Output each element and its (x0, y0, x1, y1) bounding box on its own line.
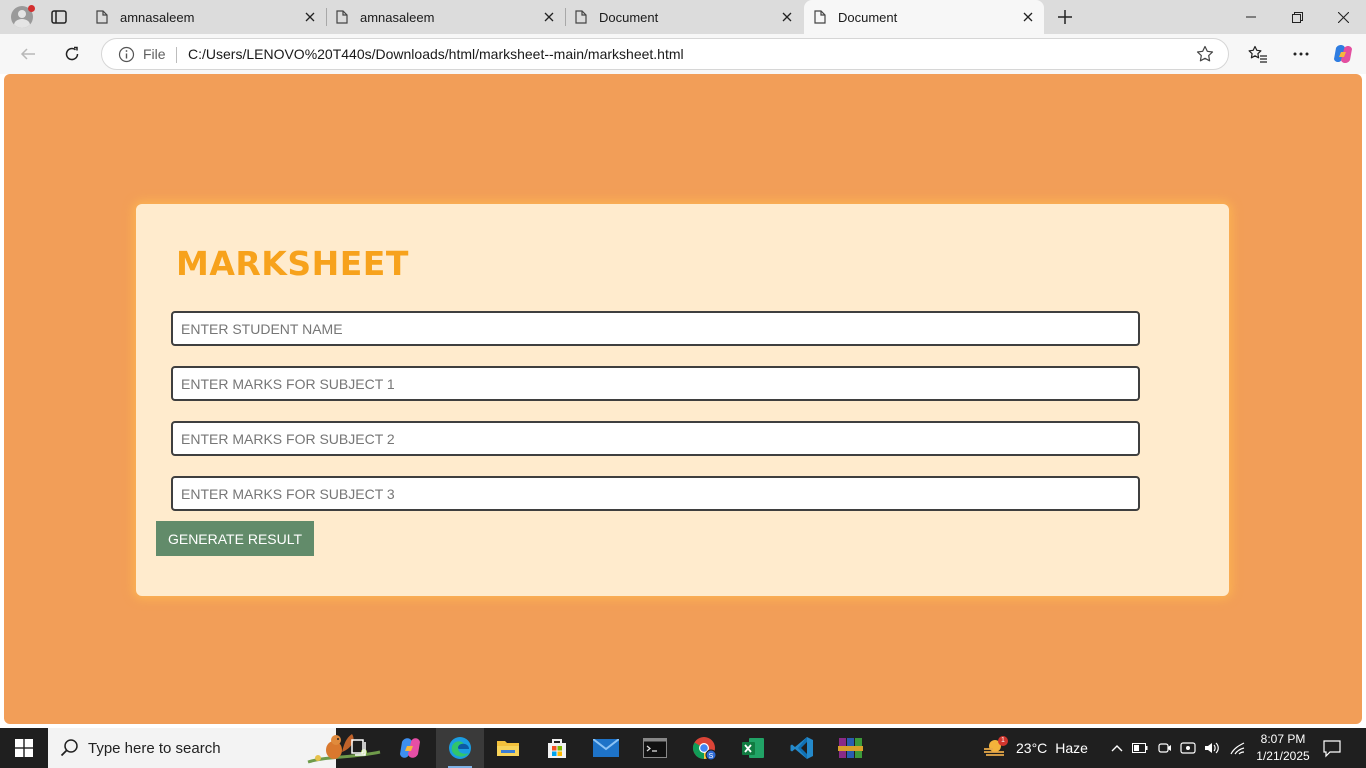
subject-3-marks-input[interactable] (171, 476, 1140, 511)
page-icon (814, 10, 826, 24)
address-bar[interactable]: File C:/Users/LENOVO%20T440s/Downloads/h… (101, 38, 1229, 70)
close-tab-icon[interactable] (775, 5, 799, 29)
scheme-label: File (143, 46, 166, 62)
address-divider (176, 47, 177, 63)
favorites-list-icon[interactable] (1246, 42, 1270, 66)
file-explorer-icon[interactable] (484, 728, 532, 768)
restore-icon[interactable] (1274, 0, 1320, 34)
wifi-icon[interactable] (1228, 739, 1246, 757)
tab-title: amnasaleem (360, 9, 435, 25)
browser-tab-1[interactable]: amnasaleem (86, 0, 327, 34)
subject-1-marks-input[interactable] (171, 366, 1140, 401)
favorite-star-icon[interactable] (1196, 45, 1214, 68)
refresh-icon[interactable] (56, 38, 88, 70)
windows-taskbar: Type here to search S 1 23°C Haze 8:07 P… (0, 728, 1366, 768)
minimize-icon[interactable] (1228, 0, 1274, 34)
clock-date: 1/21/2025 (1256, 749, 1310, 763)
microsoft-store-icon[interactable] (533, 728, 581, 768)
close-tab-icon[interactable] (537, 5, 561, 29)
close-tab-icon[interactable] (298, 5, 322, 29)
chrome-icon[interactable]: S (680, 728, 728, 768)
terminal-icon[interactable] (631, 728, 679, 768)
browser-tab-2[interactable]: amnasaleem (326, 0, 566, 34)
notification-center-icon[interactable] (1322, 738, 1342, 758)
webcam-icon[interactable] (1156, 739, 1174, 757)
weather-badge: 1 (998, 736, 1008, 746)
tab-title: Document (838, 9, 898, 25)
page-icon (336, 10, 348, 24)
search-icon (60, 738, 80, 763)
browser-toolbar: File C:/Users/LENOVO%20T440s/Downloads/h… (0, 34, 1366, 74)
marksheet-card: MARKSHEET GENERATE RESULT (136, 204, 1229, 596)
weather-temperature: 23°C (1016, 740, 1048, 756)
system-clock[interactable]: 8:07 PM 1/21/2025 (1252, 731, 1314, 765)
vs-code-icon[interactable] (778, 728, 826, 768)
mail-icon[interactable] (582, 728, 630, 768)
winrar-icon[interactable] (827, 728, 875, 768)
battery-icon[interactable] (1131, 739, 1149, 757)
more-options-icon[interactable] (1289, 42, 1313, 66)
meet-now-icon[interactable] (1179, 739, 1197, 757)
url-text[interactable]: C:/Users/LENOVO%20T440s/Downloads/html/m… (188, 46, 684, 62)
task-view-icon[interactable] (337, 728, 385, 768)
generate-result-button[interactable]: GENERATE RESULT (156, 521, 314, 556)
taskbar-search-box[interactable]: Type here to search (48, 728, 381, 768)
subject-2-marks-input[interactable] (171, 421, 1140, 456)
windows-start-icon[interactable] (0, 728, 48, 768)
browser-tab-3[interactable]: Document (565, 0, 803, 34)
browser-tab-4-active[interactable]: Document (804, 0, 1044, 34)
excel-icon[interactable] (729, 728, 777, 768)
page-viewport: MARKSHEET GENERATE RESULT (4, 74, 1362, 724)
show-hidden-icons-chevron-icon[interactable] (1108, 739, 1126, 757)
copilot-app-icon[interactable] (386, 728, 434, 768)
tab-actions-icon[interactable] (50, 8, 68, 26)
page-title: MARKSHEET (176, 244, 409, 283)
profile-notification-dot (28, 5, 35, 12)
new-tab-plus-icon[interactable] (1052, 4, 1078, 30)
edge-browser-icon[interactable] (436, 728, 484, 768)
page-icon (575, 10, 587, 24)
search-placeholder: Type here to search (88, 740, 221, 757)
info-icon[interactable] (118, 46, 135, 68)
tab-title: Document (599, 9, 659, 25)
student-name-input[interactable] (171, 311, 1140, 346)
clock-time: 8:07 PM (1260, 732, 1306, 746)
back-arrow-icon[interactable] (12, 38, 44, 70)
weather-widget[interactable]: 1 23°C Haze (982, 728, 1088, 768)
page-icon (96, 10, 108, 24)
weather-condition: Haze (1055, 740, 1088, 756)
copilot-icon[interactable] (1331, 42, 1355, 66)
tab-title: amnasaleem (120, 9, 195, 25)
volume-icon[interactable] (1203, 739, 1221, 757)
svg-text:S: S (709, 753, 714, 760)
browser-tab-strip: amnasaleem amnasaleem Document Document (0, 0, 1366, 34)
close-window-icon[interactable] (1320, 0, 1366, 34)
close-tab-icon[interactable] (1016, 5, 1040, 29)
